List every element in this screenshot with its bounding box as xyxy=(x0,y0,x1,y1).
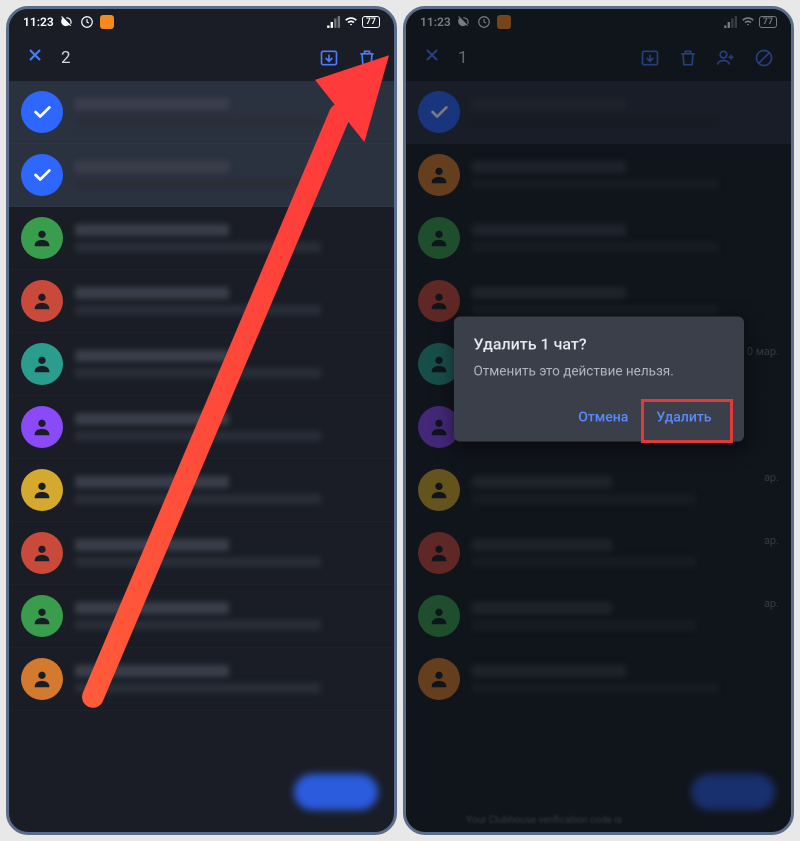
chat-row[interactable] xyxy=(9,333,394,396)
chat-content xyxy=(75,602,382,630)
status-bar: 11:23 77 xyxy=(9,9,394,35)
compose-fab[interactable] xyxy=(294,774,378,810)
avatar xyxy=(21,280,63,322)
chat-content xyxy=(75,161,382,189)
chat-content xyxy=(75,413,382,441)
phone-right: 11:23 77 1 xyxy=(403,6,794,835)
avatar xyxy=(21,469,63,511)
chat-name-blur xyxy=(75,161,229,173)
delete-confirm-dialog: Удалить 1 чат? Отменить это действие нел… xyxy=(454,317,744,442)
chat-content xyxy=(75,350,382,378)
chat-row[interactable] xyxy=(9,81,394,144)
avatar xyxy=(21,658,63,700)
app-icon xyxy=(100,15,114,29)
chat-preview-blur xyxy=(75,431,321,441)
chat-name-blur xyxy=(75,476,229,488)
chat-row[interactable] xyxy=(9,459,394,522)
close-selection-button[interactable] xyxy=(19,41,51,75)
chat-row[interactable] xyxy=(9,207,394,270)
battery-icon: 77 xyxy=(362,16,380,28)
chat-preview-blur xyxy=(75,557,321,567)
avatar xyxy=(21,217,63,259)
chat-preview-blur xyxy=(75,116,321,126)
chat-name-blur xyxy=(75,98,229,110)
delete-button[interactable] xyxy=(350,41,384,75)
avatar xyxy=(21,532,63,574)
chat-list[interactable] xyxy=(9,81,394,832)
chat-row[interactable] xyxy=(9,144,394,207)
avatar xyxy=(21,595,63,637)
chat-name-blur xyxy=(75,413,229,425)
wifi-icon xyxy=(344,15,358,29)
chat-name-blur xyxy=(75,224,229,236)
chat-preview-blur xyxy=(75,368,321,378)
chat-preview-blur xyxy=(75,179,321,189)
status-time: 11:23 xyxy=(23,15,54,29)
dialog-cancel-button[interactable]: Отмена xyxy=(566,402,640,434)
chat-row[interactable] xyxy=(9,585,394,648)
chat-name-blur xyxy=(75,665,229,677)
dialog-message: Отменить это действие нельзя. xyxy=(474,364,724,380)
selection-count: 2 xyxy=(61,48,308,68)
avatar xyxy=(21,343,63,385)
chat-row[interactable] xyxy=(9,522,394,585)
chat-content xyxy=(75,476,382,504)
chat-preview-blur xyxy=(75,242,321,252)
selected-check-icon xyxy=(21,91,63,133)
chat-preview-blur xyxy=(75,494,321,504)
chat-name-blur xyxy=(75,539,229,551)
clock-icon xyxy=(80,15,94,29)
chat-preview-blur xyxy=(75,620,321,630)
chat-row[interactable] xyxy=(9,648,394,711)
chat-content xyxy=(75,98,382,126)
chat-content xyxy=(75,224,382,252)
avatar xyxy=(21,406,63,448)
selection-toolbar: 2 xyxy=(9,35,394,81)
chat-row[interactable] xyxy=(9,270,394,333)
chat-content xyxy=(75,287,382,315)
archive-button[interactable] xyxy=(312,41,346,75)
dialog-confirm-button[interactable]: Удалить xyxy=(644,402,723,434)
selected-check-icon xyxy=(21,154,63,196)
chat-preview-blur xyxy=(75,683,321,693)
chat-content xyxy=(75,665,382,693)
chat-name-blur xyxy=(75,602,229,614)
chat-preview-blur xyxy=(75,305,321,315)
chat-name-blur xyxy=(75,350,229,362)
chat-name-blur xyxy=(75,287,229,299)
chat-row[interactable] xyxy=(9,396,394,459)
alarm-off-icon xyxy=(60,15,74,29)
signal-icon xyxy=(326,15,340,29)
chat-content xyxy=(75,539,382,567)
phone-left: 11:23 77 2 xyxy=(6,6,397,835)
dialog-title: Удалить 1 чат? xyxy=(474,335,724,354)
